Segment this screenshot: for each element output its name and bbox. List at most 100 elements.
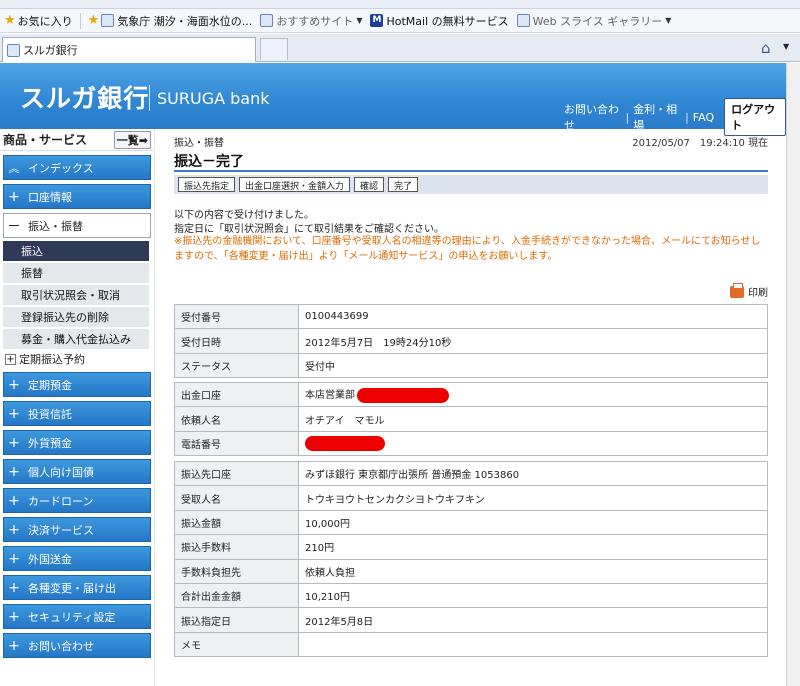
sidebar-item-gov-bond[interactable]: + 個人向け国債 [3,459,151,484]
tab-title: スルガ銀行 [23,44,78,57]
accepted-message: 以下の内容で受け付けました。 [174,210,314,221]
field-label: 出金口座 [174,381,299,408]
step-confirm: 確認 [354,177,385,192]
double-chevron-up-icon: ︽ [8,161,20,175]
field-value: 210円 [298,534,768,560]
sidebar-sub-furikomi[interactable]: 振込 [3,241,149,262]
field-value: 10,000円 [298,509,768,536]
field-label: 受付番号 [174,303,299,330]
sidebar-item-time-deposit[interactable]: + 定期預金 [3,372,151,397]
fav-item-osusume[interactable]: おすすめサイト ▼ [256,10,366,32]
chevron-down-icon[interactable]: ▼ [783,42,789,51]
sidebar-sub-history[interactable]: 取引状況照会・取消 [3,285,149,306]
table-row: ステータス 受付中 [174,352,768,379]
favorites-bar: ★ お気に入り ★ 気象庁 潮汐・海面水位の... おすすめサイト ▼ M Ho… [0,9,800,33]
sidebar-item-label: 外国送金 [28,552,72,566]
field-value: 10,210円 [298,582,768,609]
field-label: ステータス [174,352,299,379]
list-button[interactable]: 一覧➡ [113,130,151,149]
fav-item-hotmail[interactable]: M HotMail の無料サービス [366,10,512,32]
sidebar-item-investment-trust[interactable]: + 投資信託 [3,401,151,426]
field-value: トウキヨウトセンカクシヨトウキフキン [298,485,768,511]
plus-icon: + [8,463,20,480]
sidebar-sub-furikae[interactable]: 振替 [3,263,149,284]
sidebar-item-contact[interactable]: + お問い合わせ [3,633,151,658]
list-button-label: 一覧 [116,133,139,147]
new-tab-button[interactable] [260,38,288,60]
field-label: メモ [174,631,299,658]
sidebar-item-changes[interactable]: + 各種変更・届け出 [3,575,151,600]
table-row: 電話番号 [174,430,768,457]
sidebar-item-payment[interactable]: + 決済サービス [3,517,151,542]
table-row: 受付番号 0100443699 [174,303,768,330]
sidebar-item-card-loan[interactable]: + カードローン [3,488,151,513]
sidebar-item-label: 個人向け国債 [28,465,94,479]
field-value: 2012年5月7日 19時24分10秒 [298,328,768,354]
plus-icon: + [8,188,20,205]
fav-item-kishocho[interactable]: ★ 気象庁 潮汐・海面水位の... [84,10,257,32]
vertical-scrollbar[interactable] [786,63,800,686]
logo-en: SURUGA bank [157,89,270,108]
breadcrumb: 振込・振替 [174,138,224,149]
field-label: 依頼人名 [174,406,299,432]
home-icon[interactable]: ⌂ [761,39,771,57]
field-label: 合計出金金額 [174,582,299,609]
table-row: メモ [174,631,768,658]
sidebar-item-label: 各種変更・届け出 [28,581,116,595]
sidebar-item-index[interactable]: ︽ インデックス [3,155,151,180]
field-value: 0100443699 [298,303,768,330]
field-label: 振込手数料 [174,534,299,560]
source-account-table: 出金口座 本店営業部 依頼人名 オチアイ マモル 電話番号 [174,381,768,457]
field-value [298,631,768,658]
field-value [298,430,768,457]
sidebar-item-label: カードローン [28,494,94,508]
transfer-detail-table: 振込先口座 みずほ銀行 東京都庁出張所 普通預金 1053860 受取人名 トウキヨ… [174,460,768,658]
fav-item-webslice[interactable]: Web スライス ギャラリー ▼ [513,10,676,32]
separator: | [685,110,689,124]
print-button[interactable]: 印刷 [730,282,768,299]
msn-icon: M [370,14,384,27]
print-label: 印刷 [748,288,768,299]
sidebar-sub-scheduled[interactable]: + 定期振込予約 [3,349,149,369]
ie-page-icon [516,14,530,27]
title-underline [174,170,768,172]
field-value: みずほ銀行 東京都庁出張所 普通預金 1053860 [298,460,768,487]
sidebar-item-account-info[interactable]: + 口座情報 [3,184,151,209]
separator [79,12,81,29]
sidebar-item-foreign-deposit[interactable]: + 外貨預金 [3,430,151,455]
minus-icon: － [7,218,21,235]
logo-jp[interactable]: スルガ銀行 [20,79,149,115]
redaction-mark [357,387,449,403]
sidebar-item-security[interactable]: + セキュリティ設定 [3,604,151,629]
sidebar-item-transfer[interactable]: － 振込・振替 [3,213,151,238]
tab-suruga[interactable]: スルガ銀行 [2,37,256,62]
page-title: 振込－完了 [174,154,244,170]
column-divider [154,129,155,686]
field-label: 受取人名 [174,485,299,511]
plus-icon: + [8,608,20,625]
sidebar-item-label: セキュリティ設定 [28,610,116,624]
sidebar-sub-donation[interactable]: 募金・購入代金払込み [3,329,149,350]
plus-icon: + [8,637,20,654]
favorites-button[interactable]: ★ お気に入り [0,10,77,32]
table-row: 依頼人名 オチアイ マモル [174,406,768,432]
plus-icon: + [8,376,20,393]
field-label: 電話番号 [174,430,299,457]
sidebar: 商品・サービス 一覧➡ ︽ インデックス + 口座情報 － 振込・振替 振込 振… [0,129,154,686]
sidebar-item-label: インデックス [28,161,94,175]
faq-link[interactable]: FAQ [693,111,714,124]
fav-item-label: Web スライス ギャラリー [532,14,663,28]
sidebar-title: 商品・サービス [3,133,88,147]
table-row: 受付日時 2012年5月7日 19時24分10秒 [174,328,768,354]
plus-icon: + [8,434,20,451]
sidebar-header: 商品・サービス 一覧➡ [0,129,154,151]
separator: | [625,110,630,124]
sidebar-item-foreign-remittance[interactable]: + 外国送金 [3,546,151,571]
sidebar-item-label: 定期預金 [28,378,72,392]
ie-page-icon [7,43,20,57]
field-value: 2012年5月8日 [298,607,768,633]
plus-icon: + [8,579,20,596]
sidebar-sub-delete-payee[interactable]: 登録振込先の削除 [3,307,149,328]
fav-item-label: HotMail の無料サービス [386,14,509,28]
field-label: 振込先口座 [174,460,299,487]
